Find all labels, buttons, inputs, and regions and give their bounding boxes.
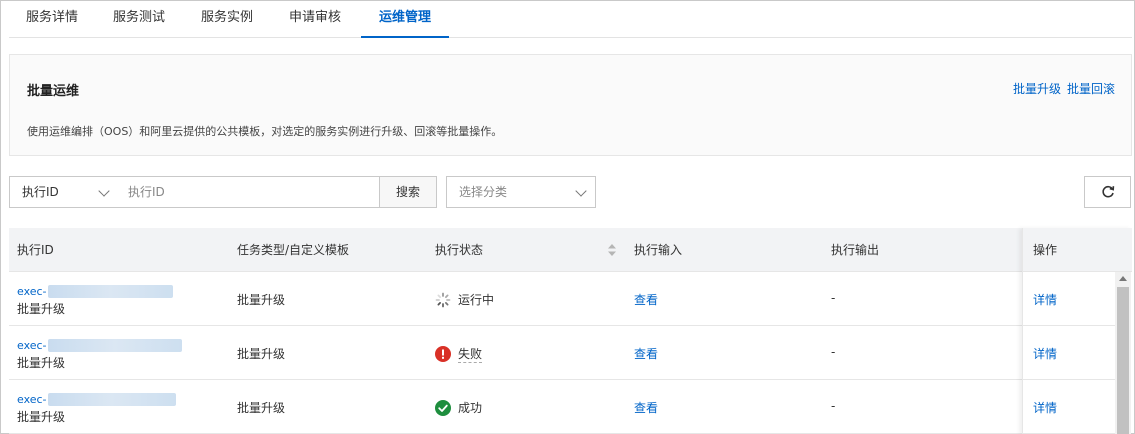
table-header: 执行ID 任务类型/自定义模板 执行状态 执行输入 执行输出 操作 — [9, 228, 1132, 272]
task-type: 批量升级 — [237, 401, 286, 415]
sort-icon[interactable] — [608, 244, 616, 256]
status-cell: 失败 — [435, 345, 483, 363]
status-cell: 运行中 — [435, 291, 494, 308]
detail-link[interactable]: 详情 — [1033, 399, 1057, 416]
loading-spinner-icon — [435, 292, 451, 307]
header-output: 执行输出 — [831, 243, 880, 257]
batch-upgrade-link[interactable]: 批量升级 — [1013, 82, 1061, 96]
exec-id-cell: exec- 批量升级 — [17, 284, 173, 317]
batch-ops-description: 使用运维编排（OOS）和阿里云提供的公共模板，对选定的服务实例进行升级、回滚等批… — [27, 125, 503, 138]
exec-type: 批量升级 — [17, 302, 66, 316]
search-button[interactable]: 搜索 — [379, 176, 437, 208]
header-exec-id: 执行ID — [17, 243, 54, 257]
header-status[interactable]: 执行状态 — [435, 228, 483, 272]
chevron-down-icon — [575, 185, 587, 197]
header-task-type: 任务类型/自定义模板 — [237, 243, 350, 257]
exec-id-cell: exec- 批量升级 — [17, 392, 176, 425]
status-label[interactable]: 失败 — [458, 345, 483, 363]
tab-service-instance[interactable]: 服务实例 — [187, 1, 267, 38]
view-input-link[interactable]: 查看 — [634, 345, 658, 362]
error-icon — [435, 346, 451, 362]
exec-id-cell: exec- 批量升级 — [17, 338, 182, 371]
batch-ops-links: 批量升级 批量回滚 — [1007, 80, 1115, 97]
tab-service-test[interactable]: 服务测试 — [99, 1, 179, 38]
task-type: 批量升级 — [237, 347, 286, 361]
refresh-button[interactable] — [1084, 176, 1131, 208]
exec-type: 批量升级 — [17, 356, 66, 370]
search-input[interactable] — [118, 176, 380, 208]
table-row: exec- 批量升级 批量升级 失败 查看 - 详情 — [9, 326, 1117, 380]
batch-rollback-link[interactable]: 批量回滚 — [1067, 82, 1115, 96]
detail-link[interactable]: 详情 — [1033, 291, 1057, 308]
vertical-scrollbar[interactable] — [1115, 272, 1131, 434]
redacted-id — [47, 393, 176, 406]
category-select-placeholder: 选择分类 — [459, 185, 508, 199]
exec-output: - — [831, 399, 836, 413]
scrollbar-thumb[interactable] — [1117, 287, 1129, 434]
exec-id-link[interactable]: exec- — [17, 285, 47, 298]
task-type: 批量升级 — [237, 293, 286, 307]
status-cell: 成功 — [435, 399, 482, 416]
refresh-icon — [1102, 185, 1115, 198]
header-input: 执行输入 — [634, 243, 683, 257]
header-action: 操作 — [1033, 243, 1058, 257]
status-label: 运行中 — [458, 293, 495, 307]
field-select-value: 执行ID — [22, 185, 59, 199]
tab-apply-review[interactable]: 申请审核 — [275, 1, 355, 38]
redacted-id — [47, 339, 182, 352]
category-select[interactable]: 选择分类 — [446, 176, 596, 208]
exec-output: - — [831, 291, 836, 305]
batch-ops-panel: 批量运维 批量升级 批量回滚 使用运维编排（OOS）和阿里云提供的公共模板，对选定… — [9, 54, 1132, 156]
view-input-link[interactable]: 查看 — [634, 291, 658, 308]
tab-service-detail[interactable]: 服务详情 — [9, 1, 95, 38]
scroll-up-arrow-icon[interactable] — [1119, 276, 1127, 281]
status-label: 成功 — [458, 401, 483, 415]
success-check-icon — [435, 399, 451, 416]
batch-ops-title: 批量运维 — [27, 84, 80, 99]
table-row: exec- 批量升级 批量升级 成功 查看 - 详情 — [9, 380, 1117, 434]
redacted-id — [47, 285, 173, 298]
exec-type: 批量升级 — [17, 410, 66, 424]
exec-id-link[interactable]: exec- — [17, 339, 47, 352]
table-row: exec- 批量升级 批量升级 运行中 查看 - 详情 — [9, 272, 1117, 326]
detail-link[interactable]: 详情 — [1033, 345, 1057, 362]
view-input-link[interactable]: 查看 — [634, 399, 658, 416]
tab-ops-management[interactable]: 运维管理 — [361, 1, 449, 38]
field-select[interactable]: 执行ID — [9, 176, 119, 208]
chevron-down-icon — [98, 185, 110, 197]
exec-id-link[interactable]: exec- — [17, 393, 47, 406]
exec-output: - — [831, 345, 836, 359]
tab-bar: 服务详情 服务测试 服务实例 申请审核 运维管理 — [9, 1, 1132, 38]
